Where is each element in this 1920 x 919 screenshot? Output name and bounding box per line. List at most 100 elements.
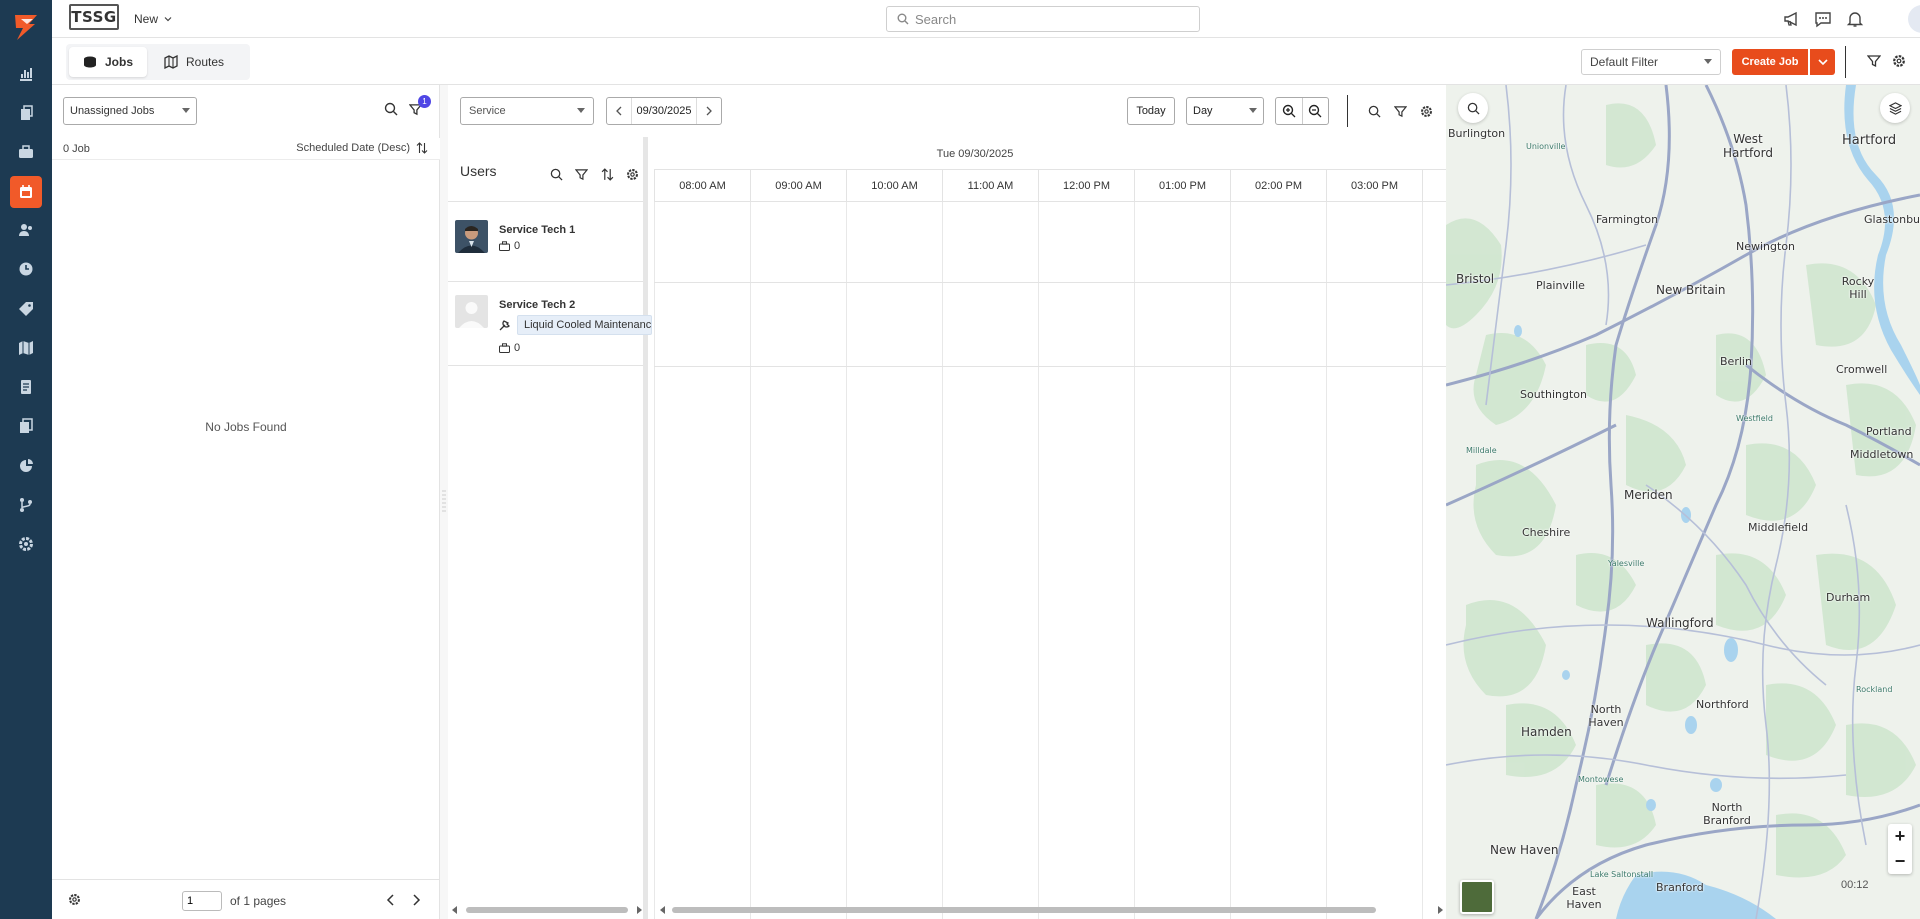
map-panel[interactable]: Burlington Unionville West Hartford Hart… [1446, 85, 1920, 919]
users-column: Users Service Tech 1 0 Service Tech 2 Li… [448, 137, 652, 919]
brand-logo[interactable]: TSSG [69, 4, 119, 30]
map-label: Berlin [1720, 355, 1752, 368]
nav-map[interactable] [10, 332, 42, 364]
timeline-grid[interactable]: Tue 09/30/2025 08:00 AM 09:00 AM 10:00 A… [654, 137, 1446, 919]
user-row[interactable]: Service Tech 2 Liquid Cooled Maintenance… [448, 282, 652, 366]
jobs-count-row: 0 Job Scheduled Date (Desc) [52, 138, 440, 160]
jobs-settings-button[interactable] [68, 893, 81, 906]
map-zoom-control: + − [1888, 824, 1912, 874]
toolbar-filter-button[interactable] [1864, 51, 1884, 71]
view-range-value: Day [1193, 105, 1213, 117]
nav-dashboard[interactable] [10, 58, 42, 90]
map-search-button[interactable] [1458, 93, 1488, 123]
map-style-toggle[interactable] [1460, 880, 1494, 914]
reports-icon [20, 459, 33, 472]
scheduler-divider [1347, 95, 1348, 127]
briefcase-icon [499, 241, 510, 251]
notifications-button[interactable] [1845, 9, 1865, 29]
map-label: East Haven [1566, 885, 1602, 911]
scheduler-settings-button[interactable] [1416, 101, 1436, 121]
view-range-select[interactable]: Day [1186, 97, 1264, 125]
nav-settings[interactable] [10, 528, 42, 560]
map-label: Hartford [1842, 133, 1897, 148]
user-row[interactable]: Service Tech 1 0 [448, 202, 643, 282]
users-sort-button[interactable] [598, 165, 616, 183]
page-total: of 1 pages [230, 894, 287, 908]
user-photo-placeholder [455, 295, 488, 328]
map-label: Unionville [1526, 142, 1566, 151]
hour-header: 03:00 PM [1326, 170, 1422, 202]
map-label: Rockland [1856, 685, 1893, 694]
user-avatar[interactable] [1908, 5, 1920, 33]
timeline-zoom-in-button[interactable] [1276, 98, 1302, 124]
tag-icon [19, 302, 33, 316]
today-button[interactable]: Today [1127, 97, 1175, 125]
files-icon [20, 418, 33, 433]
tab-jobs[interactable]: Jobs [69, 47, 148, 77]
scheduler-search-button[interactable] [1364, 101, 1384, 121]
nav-reports[interactable] [10, 450, 42, 482]
new-menu-button[interactable]: New [134, 12, 172, 26]
skill-tag: Liquid Cooled Maintenance [517, 315, 652, 335]
wrench-icon [499, 320, 510, 331]
nav-jobs[interactable] [10, 136, 42, 168]
app-logo-icon[interactable] [11, 12, 41, 42]
next-page-button[interactable] [411, 894, 421, 906]
default-filter-select[interactable]: Default Filter [1581, 49, 1721, 75]
nav-schedule[interactable] [10, 176, 42, 208]
users-settings-button[interactable] [623, 165, 641, 183]
service-type-select[interactable]: Service [460, 97, 594, 125]
user-skill: Liquid Cooled Maintenance [499, 315, 652, 335]
prev-date-button[interactable] [607, 98, 631, 124]
nav-files[interactable] [10, 410, 42, 442]
create-job-dropdown[interactable] [1810, 49, 1835, 75]
nav-pricebook[interactable] [10, 293, 42, 325]
current-date[interactable]: 09/30/2025 [631, 98, 697, 124]
filter-count-badge: 1 [418, 95, 431, 108]
map-label: Durham [1826, 591, 1871, 604]
map-zoom-out-button[interactable]: − [1888, 849, 1912, 874]
timeline-horizontal-scrollbar[interactable] [660, 903, 1443, 915]
gear-icon [69, 894, 80, 905]
nav-workflows[interactable] [10, 489, 42, 521]
jobs-empty-state: No Jobs Found [205, 420, 287, 434]
routes-map-icon [164, 55, 178, 69]
grid-line [1134, 202, 1135, 919]
global-search-input[interactable] [915, 11, 1175, 27]
nav-customers[interactable] [10, 214, 42, 246]
nav-time[interactable] [10, 253, 42, 285]
scrollbar-thumb[interactable] [466, 907, 628, 913]
map-layers-button[interactable] [1880, 93, 1910, 123]
jobs-search-button[interactable] [384, 102, 398, 116]
map-label: Middletown [1850, 448, 1914, 461]
users-horizontal-scrollbar[interactable] [452, 903, 642, 915]
toolbar-settings-button[interactable] [1889, 51, 1909, 71]
scheduler-filter-button[interactable] [1390, 101, 1410, 121]
timeline-zoom-out-button[interactable] [1301, 98, 1329, 124]
hour-header: 10:00 AM [846, 170, 942, 202]
map-label: Bristol [1456, 272, 1495, 286]
messages-button[interactable] [1813, 9, 1833, 29]
chevron-down-icon [1817, 59, 1828, 66]
hour-header: 02:00 PM [1230, 170, 1326, 202]
jobs-type-select[interactable]: Unassigned Jobs [63, 97, 197, 125]
jobs-count: 0 Job [63, 143, 90, 155]
scrollbar-thumb[interactable] [672, 907, 1376, 913]
jobs-sort-control[interactable]: Scheduled Date (Desc) [296, 142, 428, 154]
users-search-button[interactable] [547, 165, 565, 183]
jobs-filter-button[interactable]: 1 [409, 95, 433, 119]
panel-splitter[interactable] [440, 85, 448, 919]
announcements-button[interactable] [1782, 9, 1802, 29]
nav-documents[interactable] [10, 97, 42, 129]
global-search[interactable] [886, 6, 1200, 32]
map-timer: 00:12 [1841, 879, 1869, 891]
page-number-input[interactable] [182, 891, 222, 911]
tab-routes[interactable]: Routes [150, 47, 238, 77]
map-zoom-in-button[interactable]: + [1888, 824, 1912, 849]
timeline-date-header: Tue 09/30/2025 [654, 137, 1446, 170]
prev-page-button[interactable] [386, 894, 396, 906]
next-date-button[interactable] [697, 98, 721, 124]
create-job-button[interactable]: Create Job [1732, 49, 1808, 75]
users-filter-button[interactable] [572, 165, 590, 183]
nav-invoices[interactable] [10, 371, 42, 403]
